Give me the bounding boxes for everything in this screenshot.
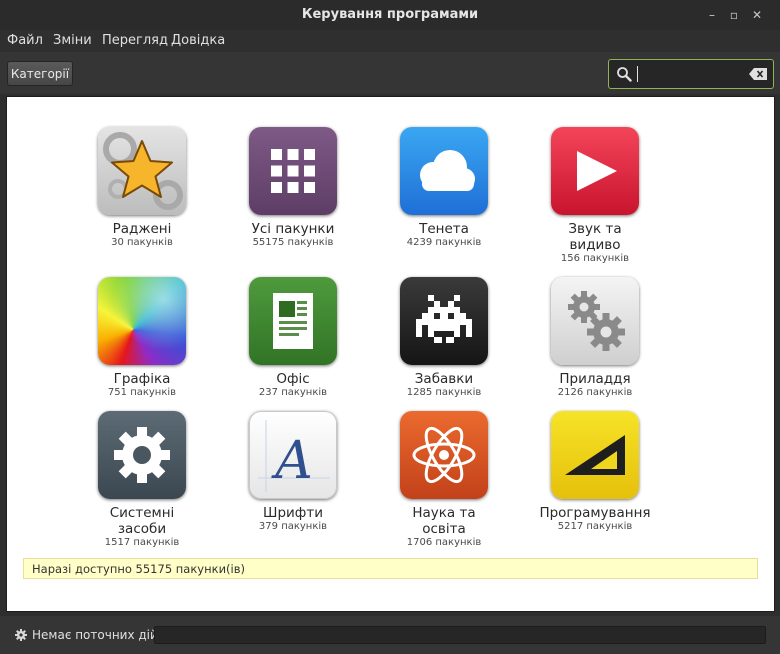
svg-text:A: A xyxy=(271,431,313,491)
category-tile-office[interactable]: Офіс 237 пакунків xyxy=(218,277,368,399)
gears-icon xyxy=(551,277,639,365)
rainbow-icon xyxy=(98,277,186,365)
categories-panel: Раджені 30 пакунків Усі пакунки 55175 па… xyxy=(6,96,775,612)
category-tile-sound-video[interactable]: Звук та видиво 156 пакунків xyxy=(520,127,670,265)
status-bar: Немає поточних дій xyxy=(0,616,780,654)
document-icon xyxy=(249,277,337,365)
tile-count: 1706 пакунків xyxy=(406,537,482,548)
window-title: Керування програмами xyxy=(301,7,479,22)
tile-count: 5217 пакунків xyxy=(557,521,633,532)
menu-view[interactable]: Перегляд xyxy=(102,33,168,48)
category-tile-internet[interactable]: Тенета 4239 пакунків xyxy=(369,127,519,249)
tile-name: Наука та освіта xyxy=(412,505,476,537)
clear-search-icon[interactable] xyxy=(749,68,767,80)
category-tile-all-packages[interactable]: Усі пакунки 55175 пакунків xyxy=(218,127,368,249)
status-label: Немає поточних дій xyxy=(32,628,158,642)
tile-name: Забавки xyxy=(414,371,474,387)
minimize-icon[interactable]: – xyxy=(703,6,721,24)
category-tile-accessories[interactable]: Приладдя 2126 пакунків xyxy=(520,277,670,399)
categories-button[interactable]: Категорії xyxy=(7,61,73,86)
star-icon xyxy=(98,127,186,215)
menu-file[interactable]: Файл xyxy=(7,33,43,48)
menu-help[interactable]: Довідка xyxy=(171,33,225,48)
search-input[interactable] xyxy=(637,66,747,82)
menu-bar: Файл Зміни Перегляд Довідка xyxy=(0,30,780,52)
tile-count: 55175 пакунків xyxy=(252,237,334,248)
category-tile-games[interactable]: Забавки 1285 пакунків xyxy=(369,277,519,399)
tile-count: 2126 пакунків xyxy=(557,387,633,398)
tile-name: Графіка xyxy=(113,371,171,387)
title-bar: Керування програмами – ▫ ✕ xyxy=(0,0,780,30)
tile-count: 751 пакунків xyxy=(107,387,177,398)
toolbar: Категорії xyxy=(0,52,780,94)
cog-icon xyxy=(98,411,186,499)
category-tile-system-tools[interactable]: Системні засоби 1517 пакунків xyxy=(67,411,217,549)
atom-icon xyxy=(400,411,488,499)
tile-count: 30 пакунків xyxy=(111,237,173,248)
tile-name: Усі пакунки xyxy=(251,221,335,237)
tile-count: 156 пакунків xyxy=(560,253,630,264)
category-tile-programming[interactable]: Програмування 5217 пакунків xyxy=(520,411,670,533)
font-icon: A xyxy=(249,411,337,499)
category-tile-fonts[interactable]: A Шрифти 379 пакунків xyxy=(218,411,368,533)
tile-count: 379 пакунків xyxy=(258,521,328,532)
tile-name: Приладдя xyxy=(559,371,631,387)
tile-name: Тенета xyxy=(419,221,469,237)
tile-count: 4239 пакунків xyxy=(406,237,482,248)
tile-name: Раджені xyxy=(112,221,172,237)
progress-bar xyxy=(154,626,766,644)
category-tile-graphics[interactable]: Графіка 751 пакунків xyxy=(67,277,217,399)
space-invader-icon xyxy=(400,277,488,365)
search-icon xyxy=(617,67,632,82)
search-box xyxy=(608,59,774,89)
tile-count: 1285 пакунків xyxy=(406,387,482,398)
menu-edit[interactable]: Зміни xyxy=(53,33,92,48)
close-icon[interactable]: ✕ xyxy=(748,6,766,24)
available-packages-notice: Наразі доступно 55175 пакунки(ів) xyxy=(23,558,758,579)
tile-name: Програмування xyxy=(539,505,651,521)
grid-icon xyxy=(249,127,337,215)
category-tile-science-education[interactable]: Наука та освіта 1706 пакунків xyxy=(369,411,519,549)
tile-name: Офіс xyxy=(276,371,310,387)
cloud-icon xyxy=(400,127,488,215)
tile-name: Шрифти xyxy=(263,505,323,521)
tile-name: Звук та видиво xyxy=(568,221,622,253)
tile-count: 237 пакунків xyxy=(258,387,328,398)
tile-count: 1517 пакунків xyxy=(104,537,180,548)
play-icon xyxy=(551,127,639,215)
tile-name: Системні засоби xyxy=(109,505,175,537)
gear-icon xyxy=(15,629,27,641)
category-tile-featured[interactable]: Раджені 30 пакунків xyxy=(67,127,217,249)
set-square-icon xyxy=(551,411,639,499)
maximize-icon[interactable]: ▫ xyxy=(725,6,743,24)
